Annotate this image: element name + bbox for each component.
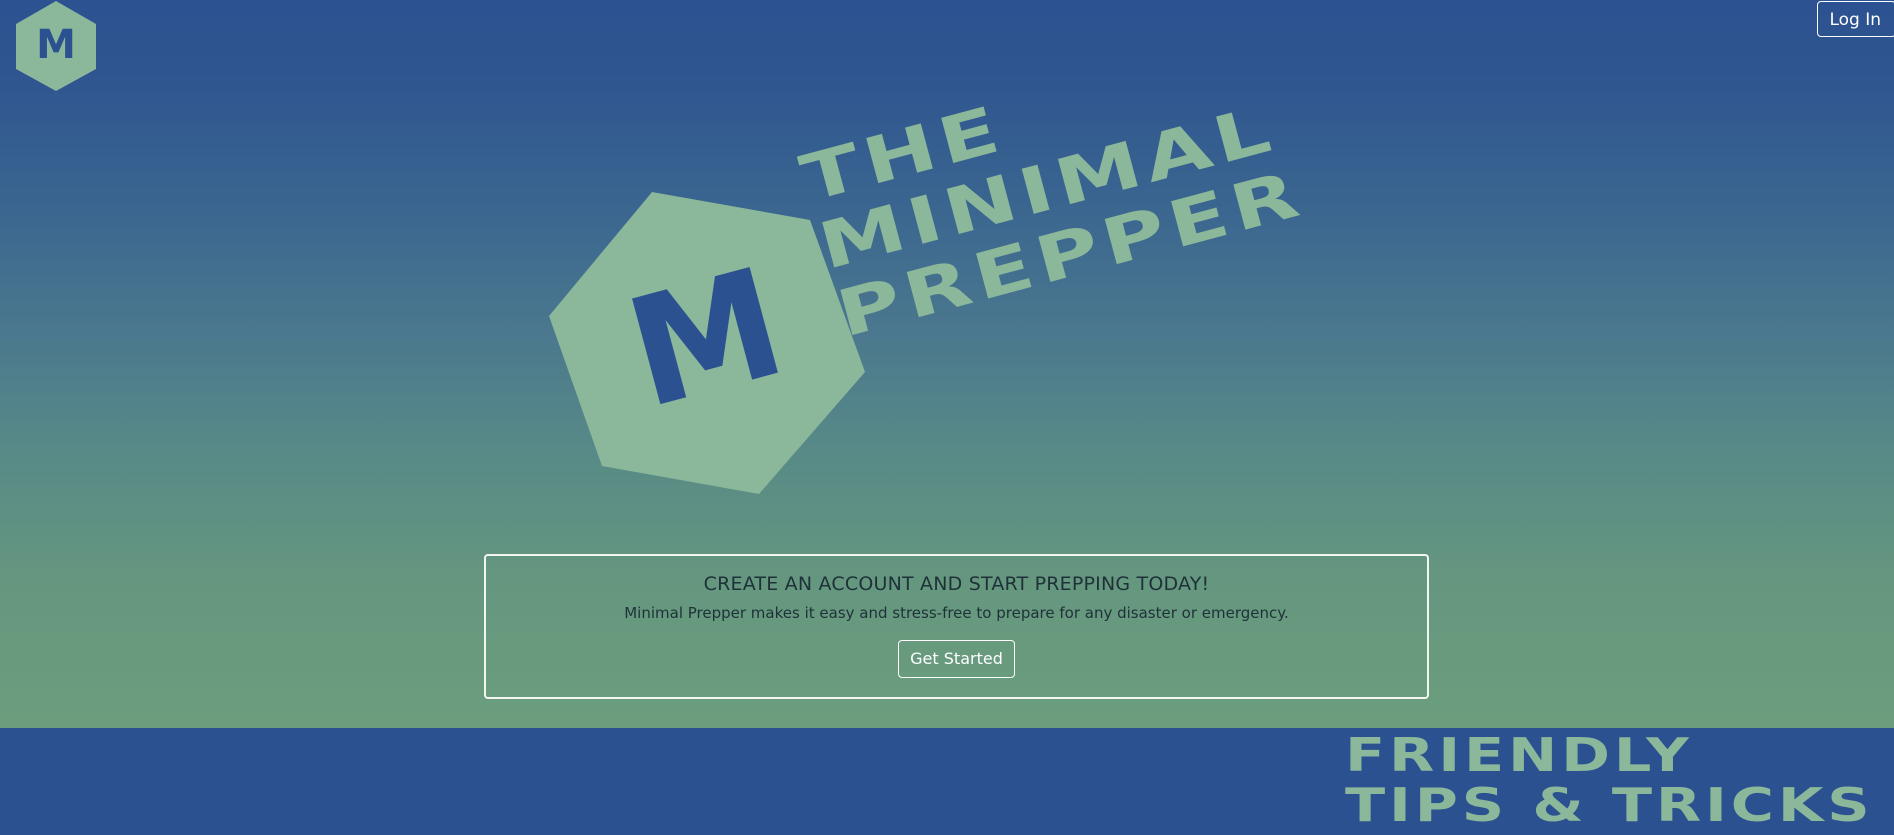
signup-card: CREATE AN ACCOUNT AND START PREPPING TOD… bbox=[484, 554, 1429, 699]
get-started-button[interactable]: Get Started bbox=[898, 640, 1015, 678]
brand-logo: M THE MINIMAL PREPPER bbox=[540, 90, 1380, 510]
corner-logo[interactable]: M bbox=[14, 0, 98, 92]
hero-section: M Log In M THE MINIMAL PREPPER CREATE AN… bbox=[0, 0, 1894, 728]
corner-logo-letter: M bbox=[36, 22, 76, 68]
tips-section: FRIENDLY TIPS & TRICKS bbox=[0, 728, 1894, 835]
hexagon-logo-icon: M bbox=[16, 1, 96, 91]
tips-heading: FRIENDLY TIPS & TRICKS bbox=[1345, 730, 1874, 830]
signup-heading: CREATE AN ACCOUNT AND START PREPPING TOD… bbox=[703, 573, 1210, 595]
tips-heading-line-1: FRIENDLY bbox=[1345, 728, 1693, 782]
tips-heading-line-2: TIPS & TRICKS bbox=[1345, 778, 1874, 832]
signup-description: Minimal Prepper makes it easy and stress… bbox=[624, 604, 1289, 622]
login-button[interactable]: Log In bbox=[1817, 1, 1894, 37]
